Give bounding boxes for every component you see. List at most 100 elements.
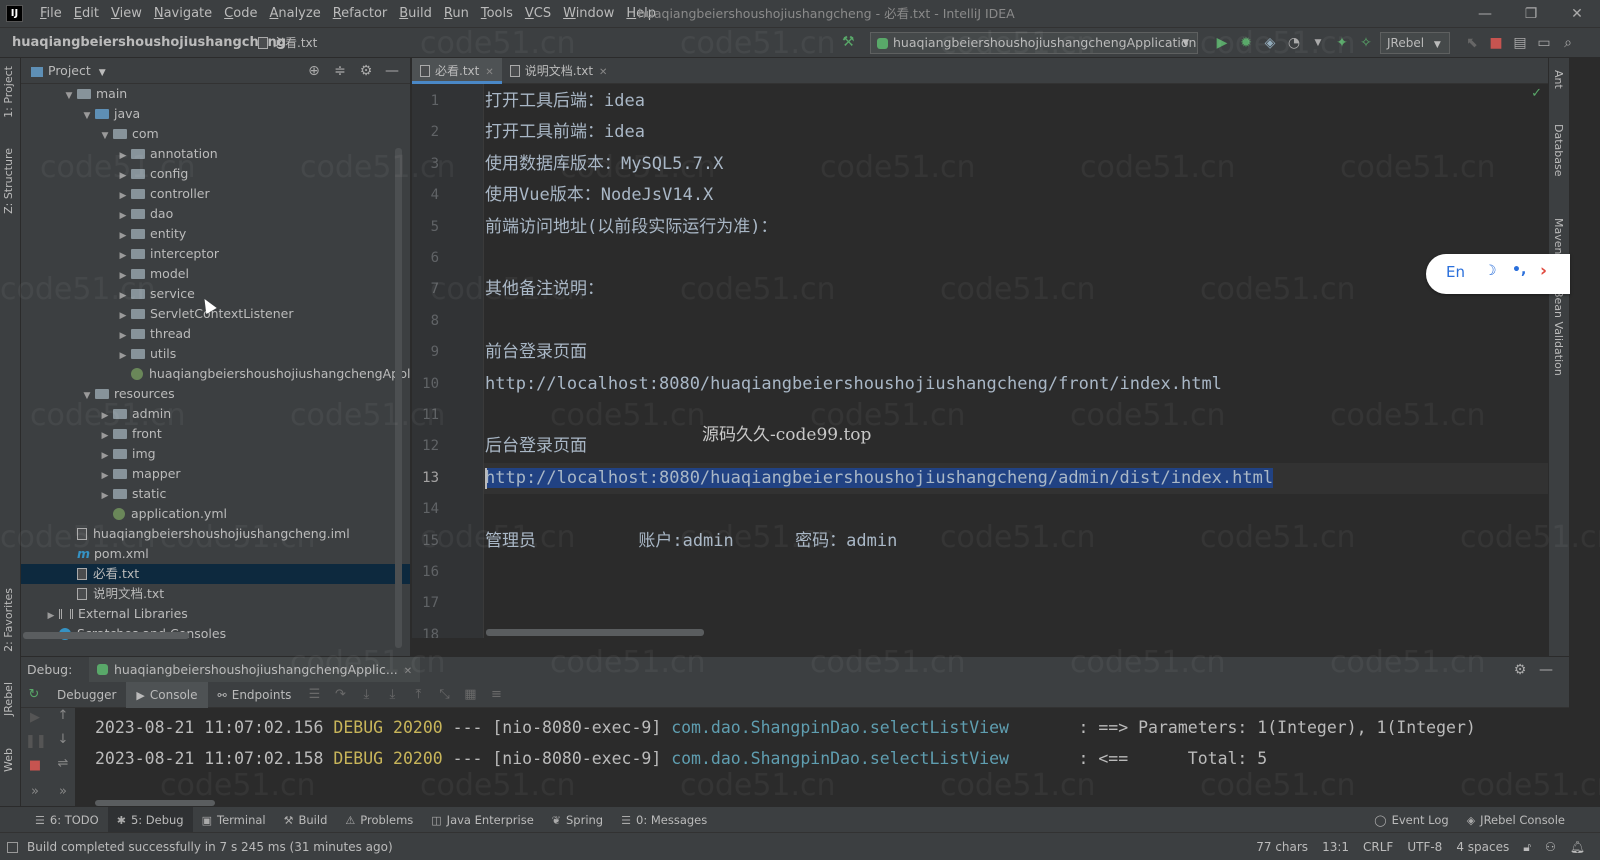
debug-console[interactable]: 2023-08-21 11:07:02.156 DEBUG 20200 --- … [75, 708, 1549, 806]
chevron-right-icon[interactable]: ▶ [115, 286, 131, 306]
line-number[interactable]: 4 [412, 180, 439, 211]
line-number[interactable]: 7 [412, 274, 439, 305]
tool-window-button[interactable]: ▣ Terminal [193, 807, 275, 833]
code-line[interactable]: http://localhost:8080/huaqiangbeiershous… [484, 369, 1548, 400]
moon-icon[interactable]: ☽ [1484, 263, 1497, 279]
hide-panel-icon[interactable]: — [1533, 657, 1559, 683]
menu-item-file[interactable]: File [34, 0, 68, 28]
step-over-icon[interactable]: ↷ [327, 687, 353, 702]
tree-item[interactable]: ▶ entity [21, 224, 410, 246]
tree-item[interactable]: huaqiangbeiershoushojiushangchengApplica… [21, 364, 410, 384]
chevron-right-icon[interactable]: ▶ [115, 346, 131, 366]
restore-icon[interactable]: ❐ [1508, 0, 1554, 28]
locate-target-icon[interactable]: ⊕ [301, 58, 327, 84]
favorites-tool-tab[interactable]: 2: Favorites [2, 588, 15, 652]
inspection-ok-check-icon[interactable]: ✓ [1531, 86, 1542, 101]
project-vertical-scrollbar[interactable] [395, 148, 402, 648]
chevron-down-icon[interactable]: ▼ [79, 106, 95, 126]
chevron-right-icon[interactable]: ▶ [115, 206, 131, 226]
tool-window-button[interactable]: ◯ Event Log [1365, 807, 1457, 833]
debug-tab-debugger[interactable]: Debugger [47, 682, 126, 708]
code-line[interactable]: 打开工具前端：idea [484, 117, 1548, 148]
line-number[interactable]: 10 [412, 369, 439, 400]
database-tool-tab[interactable]: Database [1552, 124, 1565, 177]
chevron-right-icon[interactable]: ▶ [115, 146, 131, 166]
line-number[interactable]: 8 [412, 306, 439, 337]
notification-icon[interactable]: 🔔︎ [1563, 833, 1592, 860]
line-number[interactable]: 14 [412, 494, 439, 525]
code-line[interactable] [484, 306, 1548, 337]
evaluate-expression-icon[interactable]: ▦ [457, 687, 483, 702]
line-number[interactable]: 5 [412, 212, 439, 243]
tree-item[interactable]: ▼ java [21, 104, 410, 126]
chevron-right-icon[interactable]: ▶ [115, 226, 131, 246]
pause-icon[interactable]: ❚❚ [25, 734, 47, 749]
chevron-right-icon[interactable]: ▶ [43, 606, 59, 626]
more-run-chevron-icon[interactable]: ▼ [1306, 32, 1330, 54]
line-number[interactable]: 16 [412, 557, 439, 588]
debug-tab-console[interactable]: ▶ Console [126, 681, 208, 708]
scroll-up-icon[interactable]: ↑ [53, 708, 73, 723]
code-line[interactable]: 前台登录页面 [484, 337, 1548, 368]
editor[interactable]: 1 2 3 4 5 6 7 8 9 10 11 12 13 14 15 16 17 18 打开工具后端：idea 打… [412, 84, 1548, 638]
line-separator[interactable]: CRLF [1356, 833, 1400, 860]
trace-icon[interactable]: ≡ [483, 687, 509, 702]
punctuation-icon[interactable]: •, [1512, 262, 1526, 278]
code-line[interactable]: 使用数据库版本：MySQL5.7.X [484, 149, 1548, 180]
tree-item[interactable]: ▶ utils [21, 344, 410, 366]
run-configuration-select[interactable]: huaqiangbeiershoushojiushangchengApplica… [870, 32, 1198, 54]
menu-item-navigate[interactable]: Navigate [148, 0, 218, 28]
log-logger[interactable]: com.dao.ShangpinDao.selectListView [671, 718, 1009, 737]
ime-toolbar[interactable]: En ☽ •, › [1426, 254, 1570, 294]
code-line[interactable]: 后台登录页面 [484, 431, 1548, 462]
chevron-down-icon[interactable]: ▼ [97, 126, 113, 146]
soft-wrap-icon[interactable]: ⇌ [53, 756, 73, 771]
gear-icon[interactable]: ⚙ [1507, 657, 1533, 683]
code-line[interactable] [484, 400, 1548, 431]
breadcrumb-project[interactable]: huaqiangbeiershoushojiushangcheng [12, 28, 286, 58]
jrebel-run-icon[interactable]: ✦ [1330, 32, 1354, 54]
tree-item[interactable]: ▼ resources [21, 384, 410, 404]
tree-item[interactable]: m pom.xml [21, 544, 410, 564]
force-step-into-icon[interactable]: ⤓ [379, 687, 405, 702]
line-number[interactable]: 6 [412, 243, 439, 274]
line-number[interactable]: 2 [412, 117, 439, 148]
tool-window-button[interactable]: ☰ 6: TODO [26, 807, 108, 833]
jrebel-select[interactable]: JRebel ▼ [1380, 32, 1450, 54]
chevron-right-icon[interactable]: ▶ [115, 166, 131, 186]
tree-item[interactable]: ▼ com [21, 124, 410, 146]
tree-item[interactable]: application.yml [21, 504, 410, 524]
lock-icon[interactable]: 🔓︎ [1516, 833, 1538, 860]
line-number[interactable]: 3 [412, 149, 439, 180]
bean-validation-tool-tab[interactable]: Bean Validation [1552, 290, 1565, 376]
run-icon[interactable]: ▶ [1210, 32, 1234, 54]
menu-item-tools[interactable]: Tools [475, 0, 519, 28]
chevron-right-icon[interactable]: ▶ [97, 486, 113, 506]
back-icon[interactable]: ⬉ [1460, 32, 1484, 54]
code-line[interactable] [484, 243, 1548, 274]
gear-icon[interactable]: ⚙ [353, 58, 379, 84]
more-icon[interactable]: » [53, 784, 73, 799]
tool-window-button[interactable]: ✱ 5: Debug [107, 807, 193, 833]
log-logger[interactable]: com.dao.ShangpinDao.selectListView [671, 749, 1009, 768]
code-line[interactable] [484, 494, 1548, 525]
more-icon[interactable]: » [25, 784, 45, 799]
menu-item-code[interactable]: Code [218, 0, 263, 28]
line-number[interactable]: 11 [412, 400, 439, 431]
line-number[interactable]: 17 [412, 588, 439, 619]
debug-session-tab[interactable]: huaqiangbeiershoushojiushangchengApplic.… [89, 657, 421, 683]
code-line[interactable]: 前端访问地址(以前段实际运行为准)： [484, 212, 1548, 243]
tree-item[interactable]: 说明文档.txt [21, 584, 410, 604]
debug-tab-endpoints[interactable]: ⚯ Endpoints [208, 682, 302, 708]
tree-item[interactable]: ▶ model [21, 264, 410, 284]
chevron-down-icon[interactable]: ▼ [61, 86, 77, 106]
chevron-right-icon[interactable]: ▶ [97, 426, 113, 446]
code-line[interactable] [484, 588, 1548, 619]
web-tool-tab[interactable]: Web [2, 748, 15, 772]
rerun-icon[interactable]: ↻ [21, 687, 47, 702]
tree-item[interactable]: ▶ controller [21, 184, 410, 204]
menu-item-window[interactable]: Window [557, 0, 620, 28]
structure-tool-tab[interactable]: Z: Structure [2, 148, 15, 214]
tool-window-button[interactable]: ☰ 0: Messages [612, 807, 716, 833]
step-into-icon[interactable]: ⤓ [353, 687, 379, 702]
